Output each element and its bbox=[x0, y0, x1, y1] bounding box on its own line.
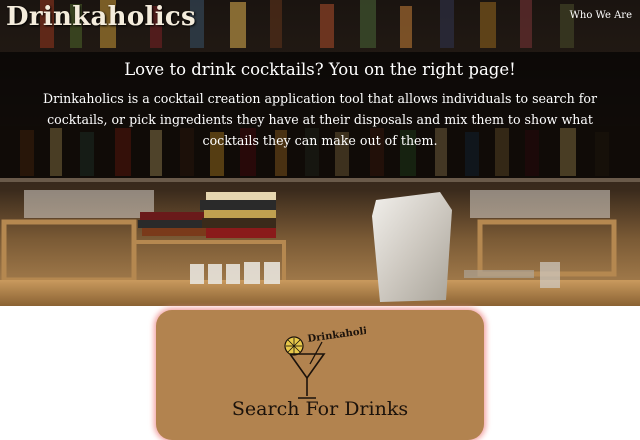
site-logo[interactable]: Drinkaholics bbox=[6, 2, 196, 32]
hero-headline: Love to drink cocktails? You on the righ… bbox=[124, 60, 516, 79]
nav-link-who-we-are[interactable]: Who We Are bbox=[570, 10, 632, 21]
search-for-drinks-title[interactable]: Search For Drinks bbox=[156, 398, 484, 420]
search-for-drinks-card[interactable]: Drinkaholics Search For Drinks bbox=[156, 310, 484, 440]
card-logo-text: Drinkaholics bbox=[307, 324, 366, 345]
hero-intro-text: Drinkaholics is a cocktail creation appl… bbox=[43, 91, 597, 148]
cocktail-glass-logo-icon: Drinkaholics bbox=[284, 324, 366, 399]
hero-section: Drinkaholics Who We Are Love to drink co… bbox=[0, 0, 640, 306]
